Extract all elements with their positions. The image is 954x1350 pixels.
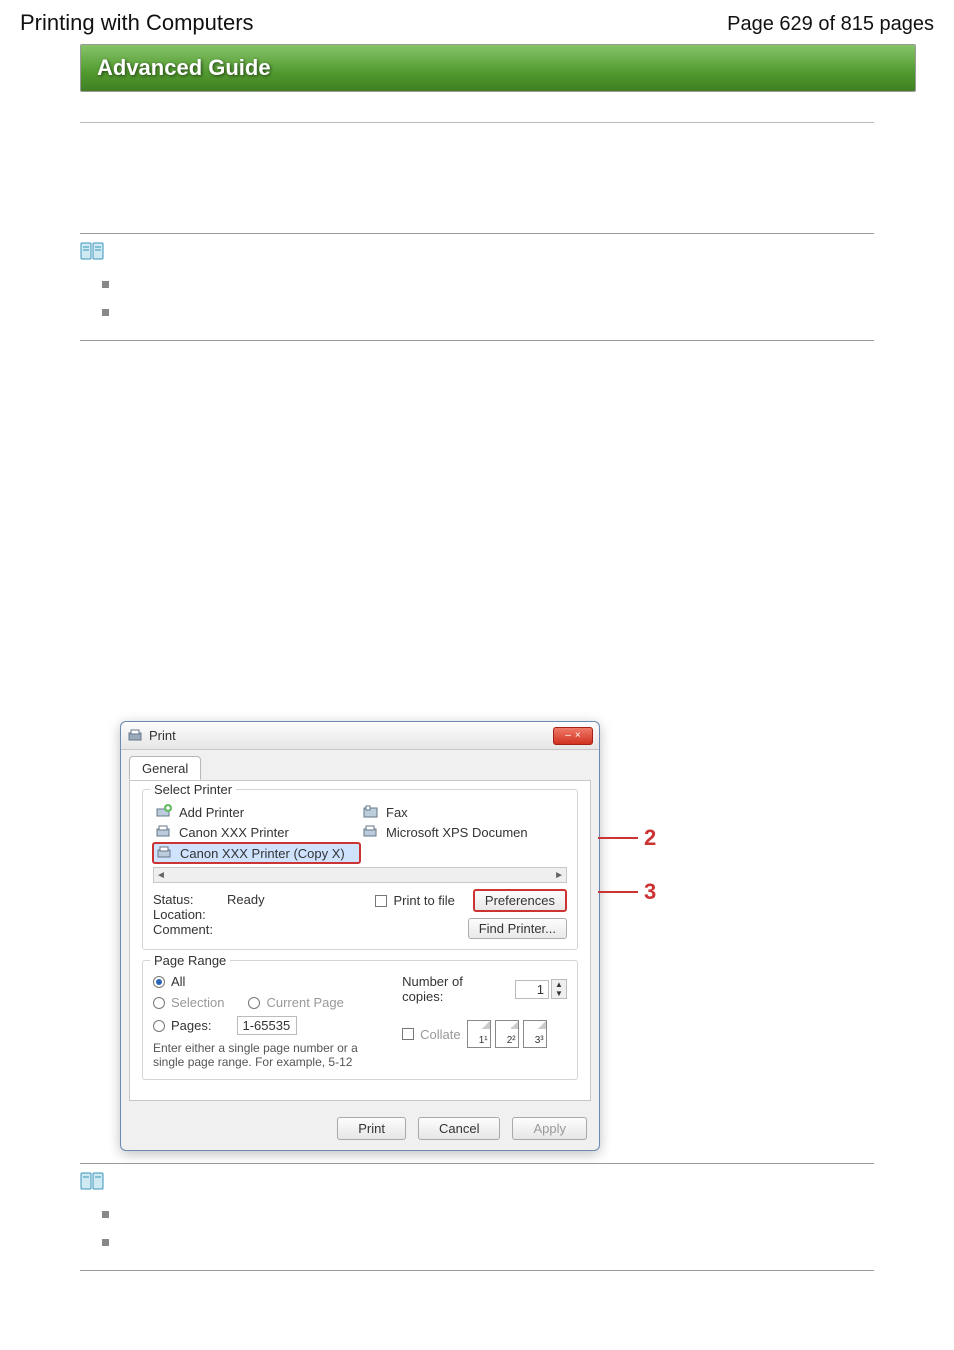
copies-input[interactable]: 1	[515, 980, 549, 999]
radio-all[interactable]	[153, 976, 165, 988]
minimize-icon: –	[565, 730, 571, 741]
collate-checkbox[interactable]	[402, 1028, 414, 1040]
group-legend: Select Printer	[150, 782, 236, 797]
dialog-title: Print	[149, 728, 553, 743]
comment-label: Comment:	[153, 922, 217, 937]
printer-label: Canon XXX Printer (Copy X)	[180, 846, 345, 861]
printer-label: Microsoft XPS Documen	[386, 825, 528, 840]
select-printer-group: Select Printer Add Printer	[142, 789, 578, 950]
radio-current-page[interactable]	[248, 997, 260, 1009]
note-box	[80, 233, 874, 341]
note-bullet	[102, 1232, 874, 1254]
radio-current-page-label: Current Page	[266, 995, 343, 1010]
printer-canon[interactable]: Canon XXX Printer	[153, 823, 360, 841]
scroll-right-icon: ►	[554, 870, 564, 881]
note-bullet	[102, 1204, 874, 1226]
callout-3: 3	[598, 879, 656, 905]
group-legend: Page Range	[150, 953, 230, 968]
print-to-file-checkbox[interactable]	[375, 895, 387, 907]
status-value: Ready	[227, 892, 265, 907]
radio-pages-label: Pages:	[171, 1018, 211, 1033]
bullet-icon	[102, 1211, 109, 1218]
fax-icon	[362, 804, 380, 820]
printer-icon	[362, 824, 380, 840]
printer-label: Add Printer	[179, 805, 244, 820]
preferences-button[interactable]: Preferences	[473, 889, 567, 912]
copies-label: Number of copies:	[402, 974, 507, 1004]
cancel-button[interactable]: Cancel	[418, 1117, 500, 1140]
printer-icon	[127, 728, 143, 744]
status-label: Status:	[153, 892, 217, 907]
close-button[interactable]: – ×	[553, 727, 593, 745]
callout-2: 2	[598, 825, 656, 851]
callout-number: 2	[644, 825, 656, 851]
bullet-icon	[102, 281, 109, 288]
printer-fax[interactable]: Fax	[360, 803, 567, 821]
note-icon	[80, 1170, 106, 1192]
location-label: Location:	[153, 907, 217, 922]
collate-graphic: 1¹ 2² 3³	[467, 1020, 547, 1048]
pages-hint: Enter either a single page number or a s…	[153, 1041, 382, 1069]
printer-icon	[156, 845, 174, 861]
bullet-icon	[102, 1239, 109, 1246]
copies-spinner[interactable]: ▲▼	[551, 979, 567, 999]
page-range-group: Page Range All Selection	[142, 960, 578, 1080]
collate-label: Collate	[420, 1027, 460, 1042]
printer-label: Canon XXX Printer	[179, 825, 289, 840]
titlebar: Print – ×	[121, 722, 599, 750]
printer-list-scrollbar[interactable]: ◄ ►	[153, 867, 567, 883]
print-dialog: Print – × General Select Printer	[120, 721, 600, 1151]
page-thumb-icon: 2²	[495, 1020, 519, 1048]
note-icon	[80, 240, 106, 262]
pages-input[interactable]: 1-65535	[237, 1016, 297, 1035]
radio-pages[interactable]	[153, 1020, 165, 1032]
note-bullet	[102, 274, 874, 296]
tab-general[interactable]: General	[129, 756, 201, 780]
printer-xps[interactable]: Microsoft XPS Documen	[360, 823, 567, 841]
find-printer-button[interactable]: Find Printer...	[468, 918, 567, 939]
print-button[interactable]: Print	[337, 1117, 406, 1140]
radio-selection[interactable]	[153, 997, 165, 1009]
close-icon: ×	[575, 730, 581, 741]
guide-banner: Advanced Guide	[80, 44, 916, 92]
print-to-file-label: Print to file	[393, 893, 454, 908]
page-thumb-icon: 1¹	[467, 1020, 491, 1048]
page-thumb-icon: 3³	[523, 1020, 547, 1048]
bullet-icon	[102, 309, 109, 316]
printer-canon-copy[interactable]: Canon XXX Printer (Copy X)	[152, 842, 361, 864]
printer-add[interactable]: Add Printer	[153, 803, 360, 821]
apply-button[interactable]: Apply	[512, 1117, 587, 1140]
divider	[80, 122, 874, 123]
printer-label: Fax	[386, 805, 408, 820]
note-bullet	[102, 302, 874, 324]
radio-selection-label: Selection	[171, 995, 224, 1010]
printer-icon	[155, 824, 173, 840]
note-box	[80, 1163, 874, 1271]
radio-all-label: All	[171, 974, 185, 989]
page-indicator: Page 629 of 815 pages	[727, 13, 934, 36]
page-title: Printing with Computers	[20, 10, 254, 36]
add-printer-icon	[155, 804, 173, 820]
guide-banner-label: Advanced Guide	[97, 55, 271, 81]
scroll-left-icon: ◄	[156, 870, 166, 881]
callout-number: 3	[644, 879, 656, 905]
